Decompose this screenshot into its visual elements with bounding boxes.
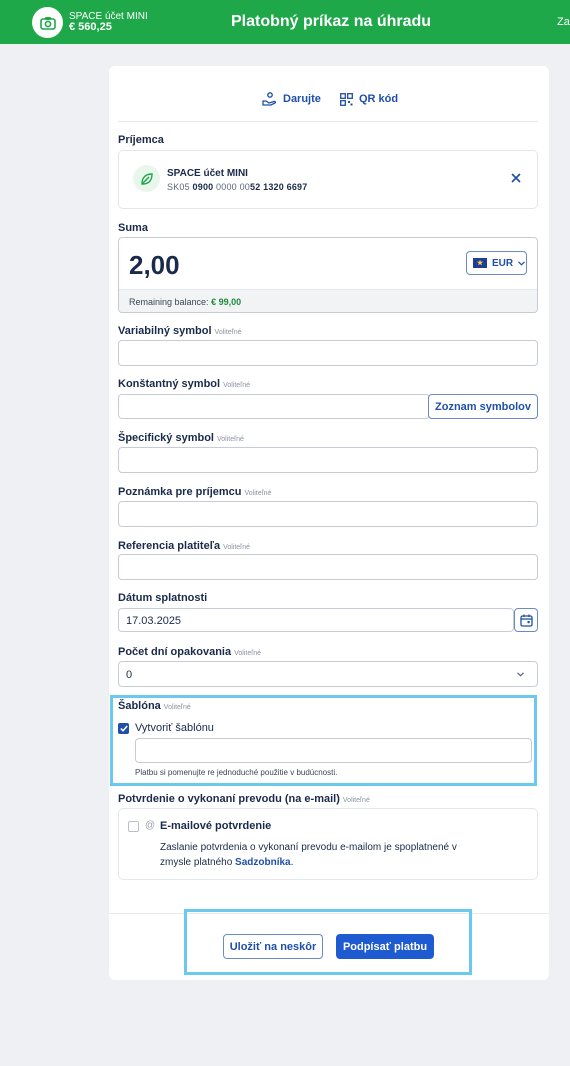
optional-tag: Voliteľné [244, 490, 272, 497]
text-fragment: zmysle platného [160, 857, 236, 868]
due-date-value: 17.03.2025 [126, 615, 182, 627]
note-label: Poznámka pre príjemcu Voliteľné [118, 486, 271, 500]
variable-symbol-label: Variabilný symbol Voliteľné [118, 325, 242, 339]
email-confirmation-box: @ E-mailové potvrdenie Zaslanie potvrden… [118, 808, 538, 880]
iban-part: 52 1320 6697 [250, 182, 308, 192]
header-right-link[interactable]: Za [557, 16, 570, 28]
qr-icon [340, 92, 353, 106]
specific-symbol-label: Špecifický symbol Voliteľné [118, 432, 244, 446]
save-later-button[interactable]: Uložiť na neskôr [223, 934, 323, 959]
email-confirmation-checkbox[interactable] [128, 821, 139, 832]
payer-reference-input[interactable] [118, 554, 538, 580]
amount-field[interactable]: 2,00 ★ EUR Remaining balance: € 99,00 [118, 237, 538, 313]
field-label: Počet dní opakovania [118, 646, 232, 658]
repeat-days-label: Počet dní opakovania Voliteľné [118, 646, 261, 660]
divider [118, 121, 538, 122]
optional-tag: Voliteľné [234, 650, 262, 657]
leaf-icon [133, 165, 160, 192]
field-label: Referencia platiteľa [118, 540, 221, 552]
template-hint: Platbu si pomenujte re jednoduché použit… [135, 768, 338, 777]
donate-label: Darujte [283, 93, 321, 105]
iban-part: 0000 00 [213, 182, 250, 192]
symbol-list-button[interactable]: Zoznam symbolov [428, 394, 538, 419]
payer-reference-label: Referencia platiteľa Voliteľné [118, 540, 250, 554]
field-label: Poznámka pre príjemcu [118, 486, 242, 498]
specific-symbol-input[interactable] [118, 447, 538, 473]
iban-part: 0900 [192, 182, 214, 192]
note-input[interactable] [118, 501, 538, 527]
optional-tag: Voliteľné [163, 704, 191, 711]
chevron-down-icon [517, 672, 524, 677]
chevron-down-icon [518, 260, 526, 266]
email-confirmation-text-line1: Zaslanie potvrdenia o vykonaní prevodu e… [160, 842, 457, 853]
remaining-balance-label: Remaining balance: [129, 297, 212, 307]
sign-payment-button[interactable]: Podpísať platbu [336, 934, 434, 959]
iban-part: SK05 [167, 182, 193, 192]
template-name-input[interactable] [135, 738, 532, 763]
recipient-card[interactable]: SPACE účet MINI SK05 0900 0000 0052 1320… [118, 150, 538, 209]
text-fragment: . [290, 857, 294, 868]
at-sign-icon: @ [145, 820, 156, 831]
check-icon [119, 725, 128, 732]
remaining-balance-value: € 99,00 [211, 297, 242, 307]
due-date-input[interactable]: 17.03.2025 [118, 608, 514, 632]
camera-icon[interactable] [32, 7, 63, 38]
variable-symbol-input[interactable] [118, 340, 538, 366]
remaining-balance: Remaining balance: € 99,00 [119, 289, 537, 312]
email-confirmation-text-line2: zmysle platného Sadzobníka. [160, 857, 293, 868]
currency-label: EUR [492, 257, 514, 269]
optional-tag: Voliteľné [223, 544, 251, 551]
donate-link[interactable]: Darujte [262, 91, 321, 107]
field-label: Potvrdenie o vykonaní prevodu (na e-mail… [118, 793, 340, 805]
due-date-label: Dátum splatnosti [118, 592, 208, 604]
email-confirmation-title[interactable]: E-mailové potvrdenie [160, 820, 271, 832]
calendar-icon[interactable] [514, 608, 538, 632]
repeat-days-select[interactable]: 0 [118, 661, 538, 687]
optional-tag: Voliteľné [342, 797, 370, 804]
qr-label: QR kód [359, 93, 399, 105]
close-icon[interactable] [509, 171, 523, 185]
amount-value[interactable]: 2,00 [129, 251, 180, 279]
repeat-days-value: 0 [126, 669, 133, 681]
field-label: Konštantný symbol [118, 378, 221, 390]
create-template-checkbox[interactable] [118, 723, 129, 734]
qr-code-link[interactable]: QR kód [340, 91, 398, 107]
confirmation-label: Potvrdenie o vykonaní prevodu (na e-mail… [118, 793, 370, 807]
optional-tag: Voliteľné [217, 436, 244, 443]
eu-flag-icon: ★ [473, 258, 487, 268]
create-template-label[interactable]: Vytvoriť šablónu [135, 722, 214, 734]
amount-label: Suma [118, 222, 148, 234]
recipient-name: SPACE účet MINI [167, 168, 248, 179]
recipient-label: Príjemca [118, 134, 164, 146]
constant-symbol-input[interactable] [118, 394, 430, 419]
donate-hand-icon [262, 92, 277, 106]
recipient-iban: SK05 0900 0000 0052 1320 6697 [167, 182, 307, 192]
field-label: Šablóna [118, 700, 161, 712]
page-title: Platobný príkaz na úhradu [231, 13, 432, 30]
top-bar: SPACE účet MINI € 560,25 Platobný príkaz… [0, 0, 570, 44]
constant-symbol-label: Konštantný symbol Voliteľné [118, 378, 250, 392]
field-label: Variabilný symbol [118, 325, 212, 337]
currency-select[interactable]: ★ EUR [466, 251, 527, 275]
template-label: Šablóna Voliteľné [118, 700, 191, 714]
account-balance: € 560,25 [69, 21, 112, 33]
field-label: Špecifický symbol [118, 432, 214, 444]
optional-tag: Voliteľné [214, 329, 242, 336]
pricelist-link[interactable]: Sadzobníka [235, 857, 291, 868]
optional-tag: Voliteľné [223, 382, 251, 389]
